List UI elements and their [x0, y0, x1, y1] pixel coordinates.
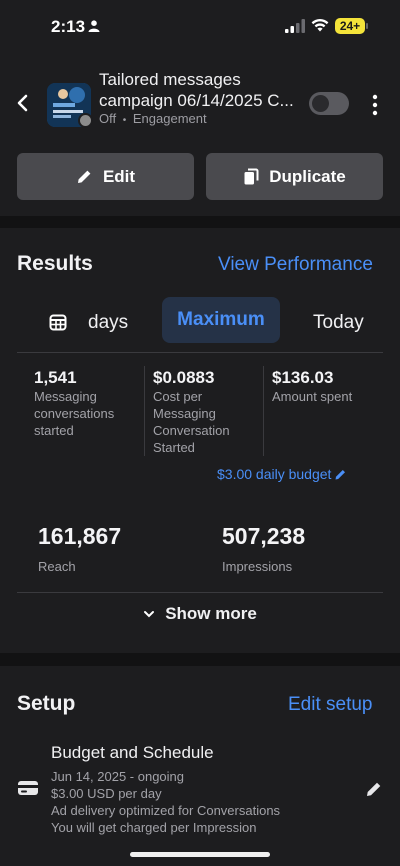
duplicate-icon [244, 168, 259, 184]
daily-budget-text: $3.00 daily budget [217, 466, 332, 482]
back-chevron-icon[interactable] [15, 93, 31, 113]
setup-detail-line: You will get charged per Impression [51, 820, 257, 835]
duplicate-button-label: Duplicate [269, 166, 346, 186]
metrics-divider-2 [263, 366, 264, 456]
impressions-value: 507,238 [222, 523, 306, 549]
subtitle-separator: • [122, 115, 127, 126]
budget-schedule-title[interactable]: Budget and Schedule [51, 743, 214, 763]
campaign-title[interactable]: Tailored messages campaign 06/14/2025 C.… [99, 69, 304, 111]
edit-setup-link[interactable]: Edit setup [288, 694, 373, 716]
setup-detail-line: Ad delivery optimized for Conversations [51, 803, 281, 818]
results-heading: Results [17, 252, 93, 275]
pencil-icon [335, 469, 346, 479]
campaign-title-line1: Tailored messages [99, 70, 241, 89]
battery-indicator: 24+ [335, 18, 365, 34]
reach-label: Reach [38, 559, 76, 574]
metric-cost-value: $0.0883 [153, 368, 215, 387]
metric-label-line: Amount spent [272, 389, 353, 404]
show-more-label: Show more [165, 604, 257, 623]
metric-label-line: Cost per [153, 389, 203, 404]
section-divider [0, 653, 400, 666]
person-icon [88, 20, 100, 32]
edit-button[interactable]: Edit [17, 153, 194, 200]
view-performance-link[interactable]: View Performance [218, 254, 373, 276]
metric-label-line: Messaging [34, 389, 97, 404]
edit-budget-pencil-icon[interactable] [365, 780, 383, 798]
metric-label-line: Conversation [153, 423, 230, 438]
campaign-objective: Engagement [132, 111, 207, 126]
metric-label-line: Messaging [153, 406, 216, 421]
pencil-icon [77, 170, 91, 183]
wifi-icon [311, 18, 329, 32]
show-more-divider [17, 592, 383, 593]
reach-value: 161,867 [38, 523, 122, 549]
impressions-label: Impressions [222, 559, 293, 574]
cellular-signal-icon [285, 19, 305, 33]
metric-label-line: Started [153, 440, 195, 455]
setup-heading: Setup [17, 692, 76, 715]
campaign-title-line2: campaign 06/14/2025 C... [99, 91, 294, 110]
battery-nub [366, 23, 368, 29]
metric-amount-label: Amount spent [272, 388, 352, 405]
metric-cost-label: Cost per Messaging Conversation Started [153, 388, 230, 456]
tab-maximum[interactable]: Maximum [162, 297, 280, 343]
setup-detail-line: Jun 14, 2025 - ongoing [51, 769, 184, 784]
show-more-button[interactable]: Show more [0, 604, 400, 624]
tab-today[interactable]: Today [313, 312, 364, 334]
home-indicator [130, 852, 270, 857]
daily-budget-link[interactable]: $3.00 daily budget [217, 466, 347, 482]
metrics-top-divider [17, 352, 383, 353]
calendar-icon[interactable] [49, 313, 67, 331]
metric-amount-value: $136.03 [272, 368, 334, 387]
setup-detail-line: $3.00 USD per day [51, 786, 162, 801]
status-time: 2:13 [51, 17, 86, 36]
section-divider [0, 216, 400, 228]
toggle-knob [312, 95, 329, 112]
metric-label-line: started [34, 423, 74, 438]
metrics-divider-1 [144, 366, 145, 456]
campaign-status: Off [99, 111, 117, 126]
chevron-down-icon [144, 611, 155, 618]
duplicate-button[interactable]: Duplicate [206, 153, 383, 200]
status-bar: 2:13 24+ [0, 0, 400, 54]
tab-maximum-label: Maximum [177, 309, 265, 330]
credit-card-icon [18, 781, 38, 795]
edit-button-label: Edit [102, 166, 136, 186]
metric-label-line: conversations [34, 406, 115, 421]
tab-days[interactable]: days [88, 312, 128, 334]
more-options-icon[interactable] [370, 94, 380, 116]
status-dot [78, 113, 93, 128]
metric-conversations-value: 1,541 [34, 368, 77, 387]
metric-conversations-label: Messaging conversations started [34, 388, 114, 439]
campaign-subtitle: Off • Engagement [99, 111, 207, 126]
